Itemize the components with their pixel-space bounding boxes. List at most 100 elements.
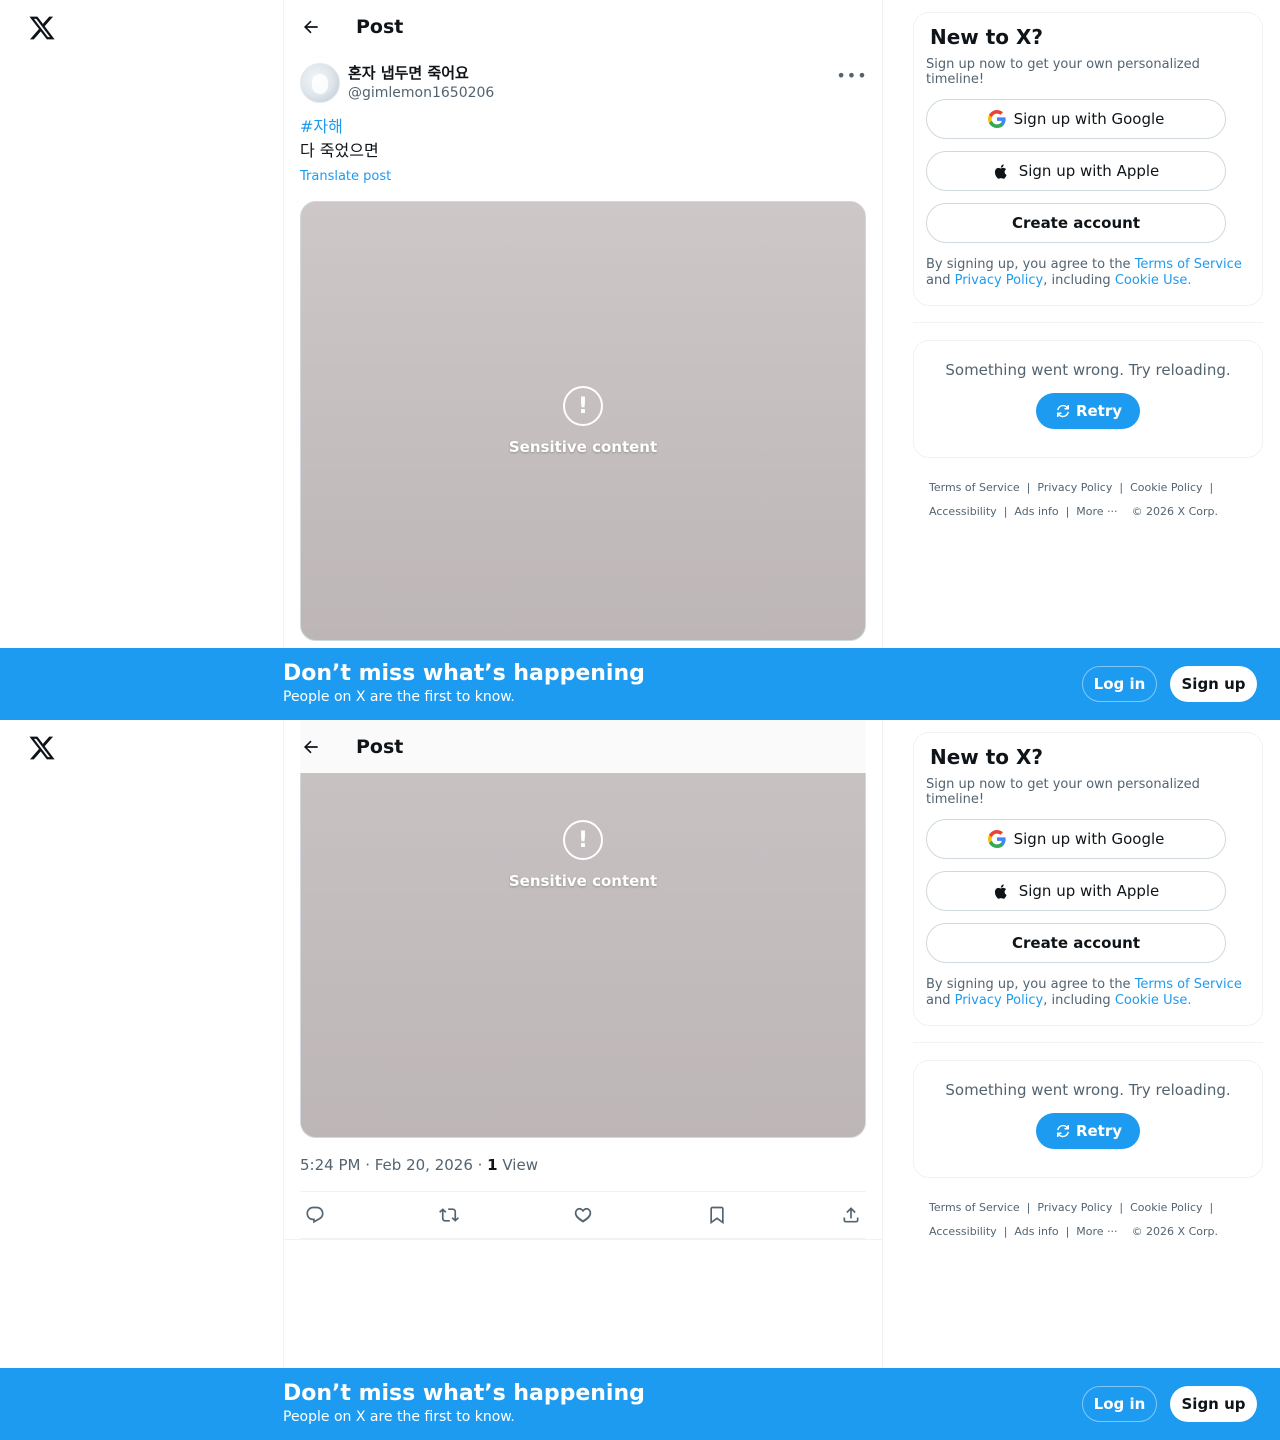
warning-icon: ! [563, 386, 603, 426]
warning-icon: ! [563, 820, 603, 860]
viewport-bottom: Post ! Sensitive content 5:24 PM · Feb 2… [0, 720, 1280, 1440]
author-handle[interactable]: @gimlemon1650206 [348, 83, 494, 103]
signup-apple-button[interactable]: Sign up with Apple [926, 871, 1226, 911]
footer-accessibility-link[interactable]: Accessibility [929, 505, 997, 518]
post-timestamp[interactable]: 5:24 PM · Feb 20, 2026 · [300, 1156, 487, 1174]
post-author: 혼자 냅두면 죽어요 @gimlemon1650206 ••• [300, 63, 867, 103]
signup-google-button[interactable]: Sign up with Google [926, 99, 1226, 139]
signup-google-label: Sign up with Google [1013, 830, 1165, 848]
retry-button[interactable]: Retry [1035, 1113, 1141, 1149]
signup-card-title: New to X? [930, 25, 1044, 49]
banner-subtitle: People on X are the first to know. [283, 689, 515, 705]
signup-terms: By signing up, you agree to the Terms of… [926, 977, 1250, 1009]
footer-cookie-link[interactable]: Cookie Policy [1130, 1201, 1202, 1214]
sidebar-divider [913, 322, 1263, 323]
post-media[interactable]: ! Sensitive content [300, 720, 866, 1138]
banner-title: Don’t miss what’s happening [283, 1381, 645, 1406]
sidebar: New to X? Sign up now to get your own pe… [913, 12, 1263, 524]
apple-icon [993, 882, 1011, 900]
repost-icon[interactable] [438, 1204, 460, 1226]
error-message: Something went wrong. Try reloading. [945, 361, 1231, 379]
footer-terms-link[interactable]: Terms of Service [929, 1201, 1020, 1214]
signup-card-title: New to X? [930, 745, 1044, 769]
footer-copyright: © 2026 X Corp. [1131, 505, 1218, 518]
cookie-use-link[interactable]: Cookie Use. [1115, 273, 1192, 288]
terms-of-service-link[interactable]: Terms of Service [1135, 977, 1242, 992]
more-options-icon[interactable]: ••• [836, 63, 866, 87]
hashtag-link[interactable]: #자해 [300, 115, 866, 139]
cookie-use-link[interactable]: Cookie Use. [1115, 993, 1192, 1008]
retry-button[interactable]: Retry [1035, 393, 1141, 429]
post-media[interactable]: ! Sensitive content [300, 201, 866, 641]
x-logo-icon[interactable] [28, 734, 56, 762]
page-title: Post [356, 15, 404, 38]
post-divider [284, 1239, 882, 1240]
reply-icon[interactable] [304, 1204, 326, 1226]
avatar[interactable] [300, 63, 340, 103]
terms-and: and [926, 273, 955, 288]
login-banner: Don’t miss what’s happening People on X … [0, 1368, 1280, 1440]
privacy-policy-link[interactable]: Privacy Policy [955, 273, 1044, 288]
footer-ads-link[interactable]: Ads info [1014, 505, 1058, 518]
privacy-policy-link[interactable]: Privacy Policy [955, 993, 1044, 1008]
sensitive-media-placeholder: ! Sensitive content [301, 720, 865, 1137]
like-heart-icon[interactable] [572, 1204, 594, 1226]
footer-more-link[interactable]: More ··· [1076, 505, 1117, 518]
footer-terms-link[interactable]: Terms of Service [929, 481, 1020, 494]
primary-column: Post ! Sensitive content 5:24 PM · Feb 2… [283, 720, 883, 1440]
share-icon[interactable] [840, 1204, 862, 1226]
author-names: 혼자 냅두면 죽어요 @gimlemon1650206 [348, 63, 494, 103]
translate-post-link[interactable]: Translate post [300, 165, 866, 189]
post-text: #자해 다 죽었으면 Translate post [300, 115, 866, 189]
banner-subtitle: People on X are the first to know. [283, 1409, 515, 1425]
signup-button[interactable]: Sign up [1170, 1386, 1257, 1422]
footer-copyright: © 2026 X Corp. [1131, 1225, 1218, 1238]
signup-card-subtitle: Sign up now to get your own personalized… [926, 777, 1200, 807]
apple-icon [993, 162, 1011, 180]
post-header: Post [284, 720, 882, 773]
terms-including: , including [1043, 273, 1115, 288]
author-display-name[interactable]: 혼자 냅두면 죽어요 [348, 63, 494, 83]
view-label: View [497, 1156, 538, 1174]
terms-of-service-link[interactable]: Terms of Service [1135, 257, 1242, 272]
footer-accessibility-link[interactable]: Accessibility [929, 1225, 997, 1238]
signup-button[interactable]: Sign up [1170, 666, 1257, 702]
back-arrow-icon[interactable] [300, 16, 322, 38]
footer-more-link[interactable]: More ··· [1076, 1225, 1117, 1238]
post-body: 다 죽었으면 [300, 141, 379, 160]
create-account-button[interactable]: Create account [926, 203, 1226, 243]
sensitive-media-label: Sensitive content [508, 438, 658, 456]
error-card: Something went wrong. Try reloading. Ret… [913, 1060, 1263, 1178]
bookmark-icon[interactable] [706, 1204, 728, 1226]
signup-apple-button[interactable]: Sign up with Apple [926, 151, 1226, 191]
banner-title: Don’t miss what’s happening [283, 661, 645, 686]
create-account-button[interactable]: Create account [926, 923, 1226, 963]
footer-privacy-link[interactable]: Privacy Policy [1037, 1201, 1112, 1214]
sidebar-footer: Terms of Service | Privacy Policy | Cookie P… [929, 1201, 1218, 1238]
terms-prefix: By signing up, you agree to the [926, 257, 1135, 272]
login-banner: Don’t miss what’s happening People on X … [0, 648, 1280, 720]
footer-privacy-link[interactable]: Privacy Policy [1037, 481, 1112, 494]
signup-apple-label: Sign up with Apple [1018, 882, 1160, 900]
login-button[interactable]: Log in [1082, 1386, 1157, 1422]
footer-cookie-link[interactable]: Cookie Policy [1130, 481, 1202, 494]
post-metadata: 5:24 PM · Feb 20, 2026 · 1 View [300, 1156, 538, 1174]
signup-card: New to X? Sign up now to get your own pe… [913, 12, 1263, 306]
signup-google-label: Sign up with Google [1013, 110, 1165, 128]
page-title: Post [356, 735, 404, 758]
signup-google-button[interactable]: Sign up with Google [926, 819, 1226, 859]
google-icon [987, 110, 1006, 128]
x-logo-icon[interactable] [28, 14, 56, 42]
post-article: 혼자 냅두면 죽어요 @gimlemon1650206 ••• #자해 다 죽었… [300, 63, 867, 641]
primary-column: Post 혼자 냅두면 죽어요 @gimlemon1650206 ••• #자해… [283, 0, 883, 720]
error-card: Something went wrong. Try reloading. Ret… [913, 340, 1263, 458]
login-button[interactable]: Log in [1082, 666, 1157, 702]
back-arrow-icon[interactable] [300, 736, 322, 758]
banner-text: Don’t miss what’s happening People on X … [283, 660, 645, 706]
footer-ads-link[interactable]: Ads info [1014, 1225, 1058, 1238]
sidebar-footer: Terms of Service | Privacy Policy | Cookie P… [929, 481, 1218, 518]
sensitive-media-label: Sensitive content [508, 872, 658, 890]
signup-terms: By signing up, you agree to the Terms of… [926, 257, 1250, 289]
viewport-top: Post 혼자 냅두면 죽어요 @gimlemon1650206 ••• #자해… [0, 0, 1280, 720]
sidebar: New to X? Sign up now to get your own pe… [913, 732, 1263, 1244]
